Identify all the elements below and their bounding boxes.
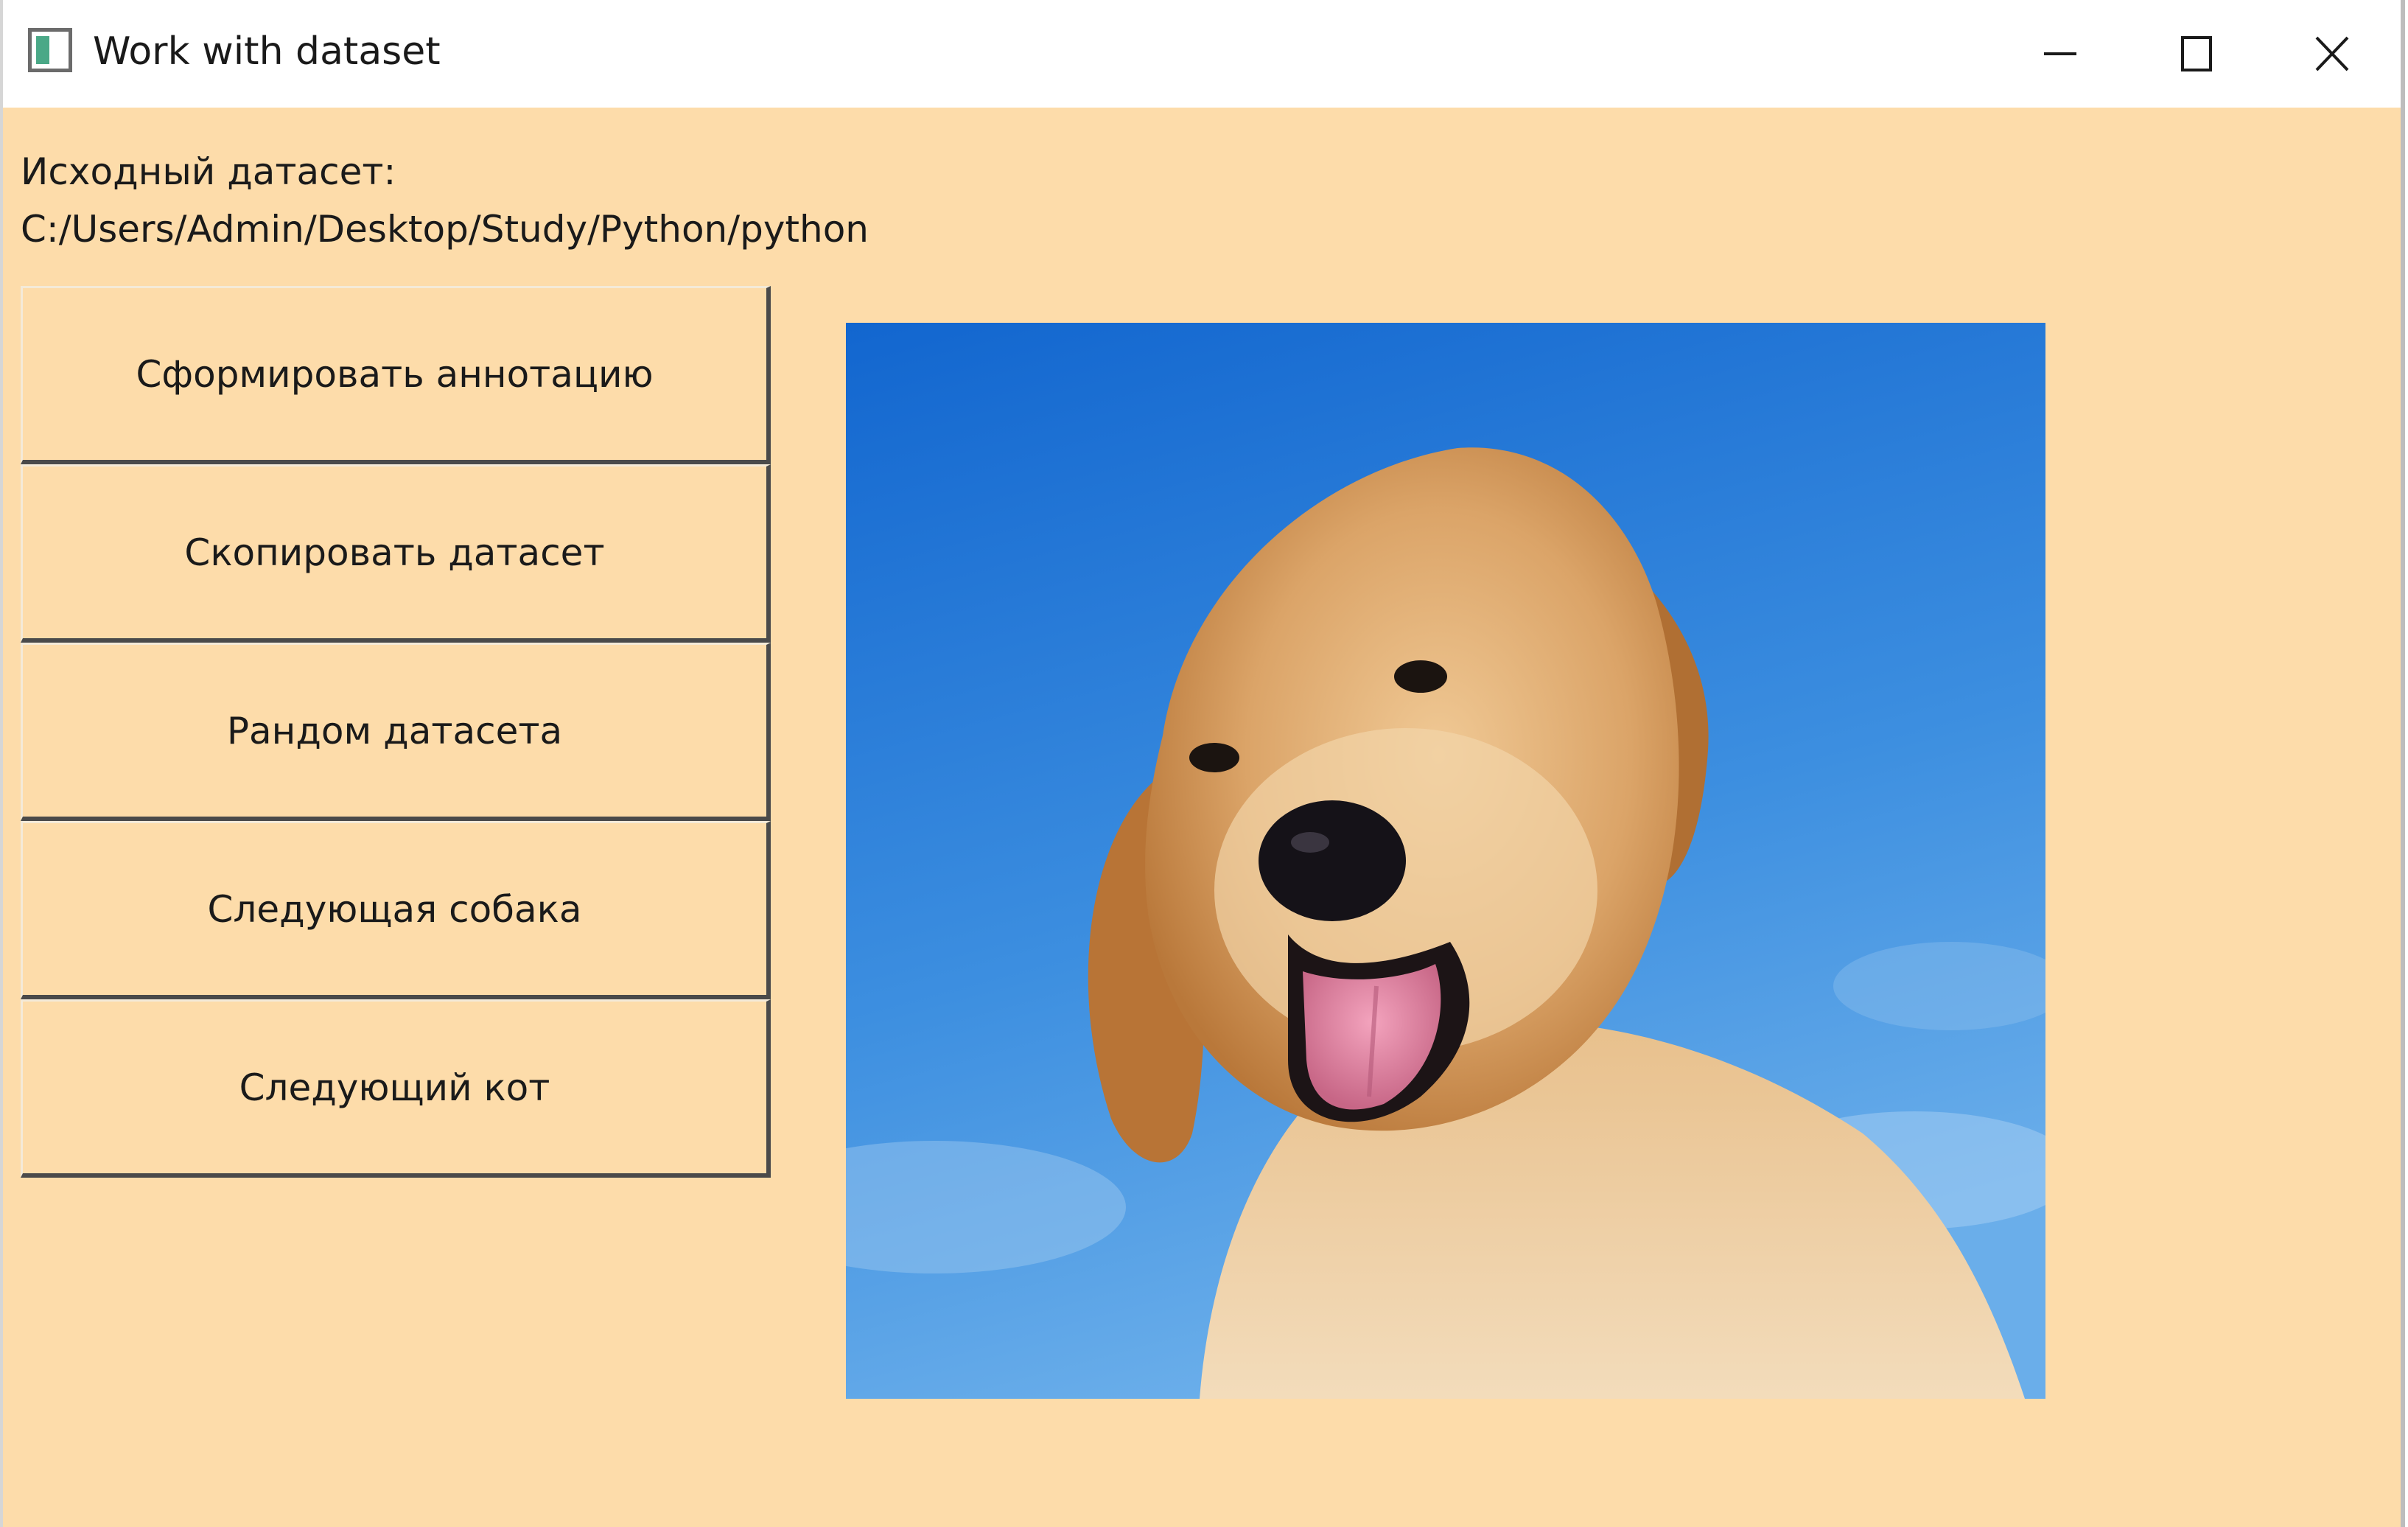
random-dataset-button[interactable]: Рандом датасета [21, 643, 771, 821]
create-annotation-button[interactable]: Сформировать аннотацию [21, 286, 771, 464]
close-button[interactable] [2264, 0, 2399, 108]
action-button-list: Сформировать аннотацию Скопировать датас… [21, 286, 771, 1178]
title-bar[interactable]: Work with dataset [3, 0, 2401, 108]
minimize-button[interactable] [1992, 0, 2128, 108]
close-icon [2315, 36, 2349, 71]
dataset-path-label: C:/Users/Admin/Desktop/Study/Python/pyth… [21, 208, 869, 251]
window-title: Work with dataset [93, 29, 441, 74]
next-cat-button[interactable]: Следующий кот [21, 999, 771, 1178]
dog-image [846, 323, 2045, 1399]
maximize-icon [2181, 36, 2212, 71]
app-window: Work with dataset Исходный датасет: C:/U… [0, 0, 2405, 1527]
next-dog-button[interactable]: Следующая собака [21, 821, 771, 999]
app-icon [28, 28, 72, 72]
copy-dataset-button[interactable]: Скопировать датасет [21, 464, 771, 643]
dataset-heading-label: Исходный датасет: [21, 150, 396, 193]
maximize-button[interactable] [2128, 0, 2264, 108]
minimize-icon [2044, 52, 2076, 55]
